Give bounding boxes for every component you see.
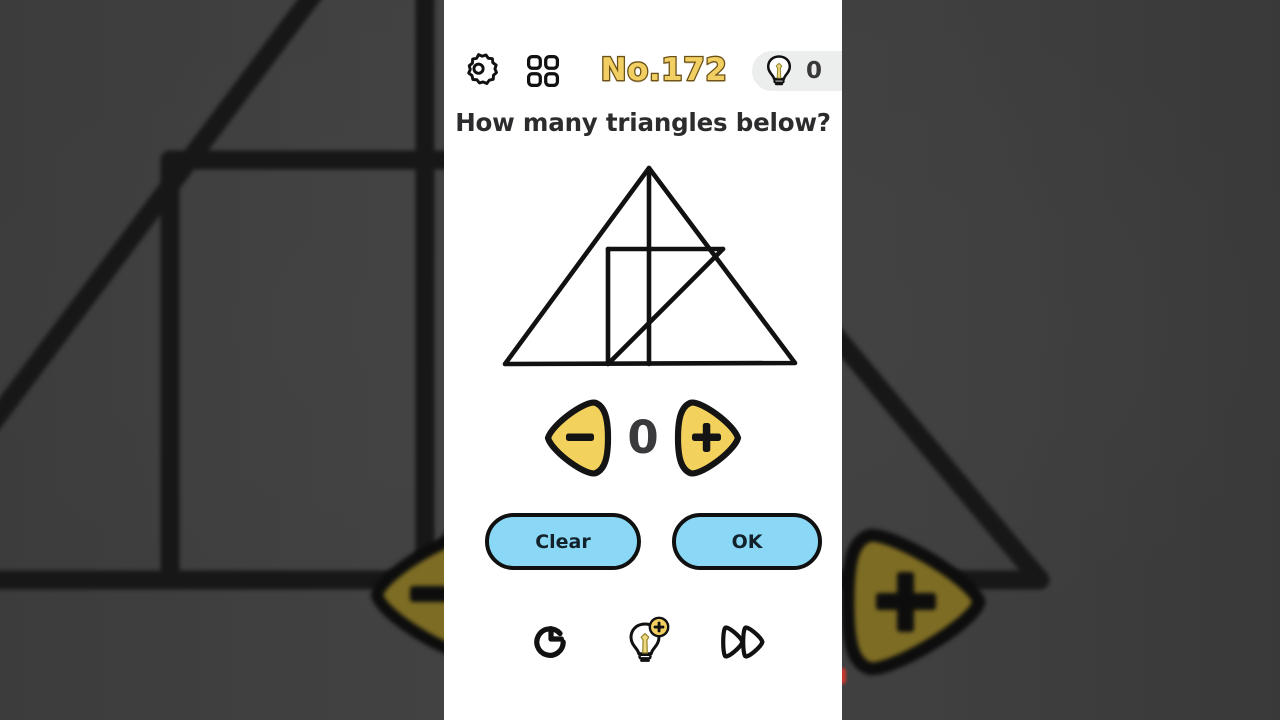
question-text: How many triangles below? bbox=[455, 108, 831, 137]
skip-button[interactable] bbox=[707, 605, 781, 679]
clear-button[interactable]: Clear bbox=[485, 513, 641, 570]
settings-button[interactable] bbox=[460, 48, 504, 92]
top-bar: No.172 0 bbox=[444, 46, 842, 102]
decrement-button[interactable] bbox=[544, 396, 612, 480]
hint-count: 0 bbox=[806, 58, 823, 84]
levels-button[interactable] bbox=[522, 50, 564, 92]
background-plus-arrow bbox=[841, 528, 986, 676]
level-number: No.172 bbox=[599, 51, 728, 90]
grid-icon bbox=[526, 54, 560, 88]
increment-button[interactable] bbox=[674, 396, 742, 480]
plus-arrow-icon bbox=[674, 399, 742, 477]
restart-button[interactable] bbox=[514, 605, 588, 679]
answer-counter: 0 bbox=[444, 396, 842, 480]
hint-button[interactable] bbox=[611, 605, 685, 679]
ok-button[interactable]: OK bbox=[672, 513, 822, 570]
triangle-diagram bbox=[502, 165, 798, 367]
answer-value: 0 bbox=[627, 411, 659, 464]
footer-icon-row bbox=[444, 605, 842, 683]
restart-icon bbox=[534, 626, 566, 658]
gear-icon bbox=[467, 53, 498, 85]
action-buttons: Clear OK bbox=[444, 513, 842, 585]
lightbulb-icon bbox=[764, 54, 794, 88]
screenshot-root: No.172 0 How many triangles below? 0 Cle… bbox=[0, 0, 1280, 720]
app-panel: No.172 0 How many triangles below? 0 Cle… bbox=[444, 0, 842, 720]
hint-counter-pill[interactable]: 0 bbox=[752, 51, 842, 91]
lightbulb-plus-icon bbox=[629, 616, 670, 662]
triangle-puzzle-figure[interactable] bbox=[484, 150, 842, 390]
minus-arrow-icon bbox=[544, 399, 612, 477]
skip-forward-icon bbox=[721, 625, 765, 659]
